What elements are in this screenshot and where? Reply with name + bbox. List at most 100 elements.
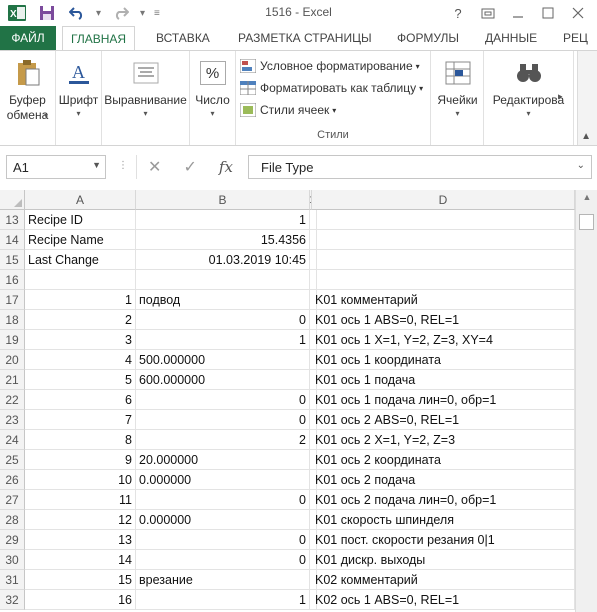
tab-insert[interactable]: ВСТАВКА — [156, 26, 210, 50]
cell-a[interactable]: Recipe ID — [25, 210, 136, 230]
cell-a[interactable]: 4 — [25, 350, 136, 370]
row-header[interactable]: 13 — [0, 210, 25, 230]
cell-b[interactable]: 1 — [136, 590, 310, 610]
expand-formula-icon[interactable]: ⌄ — [577, 160, 585, 171]
excel-logo-icon[interactable]: X — [6, 3, 28, 23]
cell-d[interactable]: K02 ось 1 ABS=0, REL=1 — [312, 590, 575, 610]
cell-a[interactable]: 13 — [25, 530, 136, 550]
save-icon[interactable] — [36, 3, 58, 23]
restore-icon[interactable] — [475, 3, 501, 23]
collapse-ribbon-icon[interactable]: ▲ — [581, 131, 591, 142]
undo-icon[interactable] — [66, 3, 88, 23]
name-box[interactable]: A1 ▼ — [6, 155, 106, 179]
row-header[interactable]: 19 — [0, 330, 25, 350]
maximize-icon[interactable] — [535, 3, 561, 23]
row-header[interactable]: 23 — [0, 410, 25, 430]
cell-d[interactable] — [312, 230, 575, 250]
row-header[interactable]: 31 — [0, 570, 25, 590]
cell-d[interactable]: K02 комментарий — [312, 570, 575, 590]
close-icon[interactable] — [565, 3, 591, 23]
cell-b[interactable]: 01.03.2019 10:45 — [136, 250, 310, 270]
undo-dropdown-icon[interactable]: ▾ — [96, 8, 106, 19]
vertical-scrollbar[interactable]: ▲ — [575, 190, 597, 612]
minimize-icon[interactable] — [505, 3, 531, 23]
scroll-up-icon[interactable]: ▲ — [576, 192, 597, 202]
cell-d[interactable] — [312, 250, 575, 270]
cell-a[interactable]: 1 — [25, 290, 136, 310]
scroll-thumb[interactable] — [579, 214, 594, 230]
cell-a[interactable]: 7 — [25, 410, 136, 430]
row-header[interactable]: 28 — [0, 510, 25, 530]
row-header[interactable]: 17 — [0, 290, 25, 310]
cell-b[interactable]: 0 — [136, 410, 310, 430]
cell-a[interactable]: 10 — [25, 470, 136, 490]
cell-a[interactable]: 16 — [25, 590, 136, 610]
chevron-down-icon[interactable]: ▼ — [92, 160, 101, 170]
cell-b[interactable]: подвод — [136, 290, 310, 310]
cell-b[interactable]: врезание — [136, 570, 310, 590]
cells-group[interactable]: Ячейки ▾ — [432, 51, 484, 145]
cell-d[interactable]: K01 ось 1 подача — [312, 370, 575, 390]
column-header-b[interactable]: B — [136, 190, 310, 210]
cell-a[interactable]: 11 — [25, 490, 136, 510]
row-header[interactable]: 15 — [0, 250, 25, 270]
row-header[interactable]: 24 — [0, 430, 25, 450]
cell-b[interactable] — [136, 270, 310, 290]
cell-d[interactable]: K01 ось 1 X=1, Y=2, Z=3, XY=4 — [312, 330, 575, 350]
tab-page-layout[interactable]: РАЗМЕТКА СТРАНИЦЫ — [238, 26, 372, 50]
cell-b[interactable]: 1 — [136, 210, 310, 230]
cell-b[interactable]: 0 — [136, 550, 310, 570]
row-header[interactable]: 21 — [0, 370, 25, 390]
cell-b[interactable]: 2 — [136, 430, 310, 450]
cell-b[interactable]: 0 — [136, 310, 310, 330]
chevron-right-icon[interactable]: ▸ — [558, 91, 563, 102]
cell-d[interactable]: K01 пост. скорости резания 0|1 — [312, 530, 575, 550]
cell-d[interactable]: K01 ось 2 подача — [312, 470, 575, 490]
column-header-d[interactable]: D — [312, 190, 575, 210]
cell-d[interactable]: K01 ось 2 подача лин=0, обр=1 — [312, 490, 575, 510]
cell-b[interactable]: 20.000000 — [136, 450, 310, 470]
cell-d[interactable] — [312, 210, 575, 230]
cell-d[interactable]: K01 ось 2 координата — [312, 450, 575, 470]
cell-b[interactable]: 0.000000 — [136, 470, 310, 490]
cell-a[interactable]: 12 — [25, 510, 136, 530]
cell-d[interactable]: K01 ось 1 координата — [312, 350, 575, 370]
cell-b[interactable]: 0 — [136, 530, 310, 550]
cell-a[interactable]: 15 — [25, 570, 136, 590]
customize-qat-icon[interactable]: ≡ — [154, 8, 164, 19]
row-header[interactable]: 29 — [0, 530, 25, 550]
conditional-formatting-button[interactable]: Условное форматирование ▾ — [240, 55, 430, 77]
formula-input[interactable]: File Type ⌄ — [248, 155, 592, 179]
tab-data[interactable]: ДАННЫЕ — [485, 26, 537, 50]
cell-d[interactable] — [312, 270, 575, 290]
number-group[interactable]: % Число ▾ — [190, 51, 236, 145]
cell-b[interactable]: 0.000000 — [136, 510, 310, 530]
redo-icon[interactable] — [110, 3, 132, 23]
row-header[interactable]: 25 — [0, 450, 25, 470]
format-as-table-button[interactable]: Форматировать как таблицу ▾ — [240, 77, 430, 99]
cell-d[interactable]: K01 комментарий — [312, 290, 575, 310]
cell-a[interactable]: 3 — [25, 330, 136, 350]
row-header[interactable]: 18 — [0, 310, 25, 330]
cell-d[interactable]: K01 дискр. выходы — [312, 550, 575, 570]
cell-b[interactable]: 0 — [136, 390, 310, 410]
cell-b[interactable]: 1 — [136, 330, 310, 350]
cell-d[interactable]: K01 ось 1 подача лин=0, обр=1 — [312, 390, 575, 410]
row-header[interactable]: 26 — [0, 470, 25, 490]
cell-a[interactable] — [25, 270, 136, 290]
row-header[interactable]: 14 — [0, 230, 25, 250]
clipboard-group[interactable]: Буфер обмена ▾ — [0, 51, 56, 145]
cancel-icon[interactable]: ✕ — [148, 157, 161, 177]
row-header[interactable]: 16 — [0, 270, 25, 290]
redo-dropdown-icon[interactable]: ▾ — [140, 8, 150, 19]
row-header[interactable]: 27 — [0, 490, 25, 510]
font-group[interactable]: A Шрифт ▾ — [56, 51, 102, 145]
cell-a[interactable]: Last Change — [25, 250, 136, 270]
cell-styles-button[interactable]: Стили ячеек ▾ — [240, 99, 430, 121]
cell-d[interactable]: K01 скорость шпинделя — [312, 510, 575, 530]
cell-a[interactable]: 6 — [25, 390, 136, 410]
row-header[interactable]: 32 — [0, 590, 25, 610]
cell-d[interactable]: K01 ось 2 X=1, Y=2, Z=3 — [312, 430, 575, 450]
cell-b[interactable]: 15.4356 — [136, 230, 310, 250]
cell-b[interactable]: 0 — [136, 490, 310, 510]
